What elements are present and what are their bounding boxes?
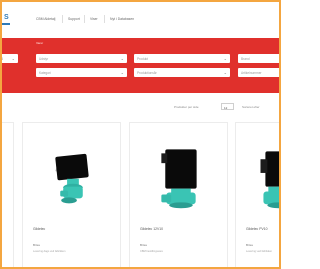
filter-select-brand[interactable]: Brand — [238, 54, 279, 63]
sort-label: Sorteret efter — [242, 105, 260, 109]
filter-select-produktionsar[interactable]: Produktionsår ⌄ — [134, 68, 230, 77]
product-brand: Brisa — [33, 243, 40, 247]
solenoid-valve-image — [260, 151, 279, 209]
product-card-gildelec-12v10[interactable]: Gildelec 12V10 Brisa CBM bestillingsvare — [129, 122, 228, 267]
chevron-down-icon: ⌄ — [120, 70, 124, 75]
nav-divider — [62, 15, 63, 23]
product-delivery-info: Levering dags ved fabrikken — [33, 250, 66, 253]
per-page-select[interactable]: 12 — [221, 103, 234, 110]
filter-select-produkt[interactable]: Produkt ⌄ — [134, 54, 230, 63]
product-delivery-info: CBM bestillingsvare — [140, 250, 163, 253]
nav-link-viser[interactable]: Viser — [90, 17, 98, 21]
product-brand: Brisa — [246, 243, 253, 247]
nav-link-nyt-i-databasen[interactable]: Nyt i Databasen — [110, 17, 134, 21]
nav-divider — [84, 15, 85, 23]
browser-frame: S CBM Aldetalj Support Viser Nyt i Datab… — [0, 0, 281, 269]
product-card-gildelec-pv10[interactable]: Gildelec PV10 Brisa Levering ved fabrikk… — [235, 122, 279, 267]
filter-select[interactable]: B ⌄ — [2, 54, 18, 63]
product-delivery-info: Levering ved fabrikken — [246, 250, 273, 253]
nav-link-support[interactable]: Support — [68, 17, 80, 21]
chevron-down-icon: ⌄ — [11, 56, 15, 61]
site-logo[interactable]: S — [4, 14, 9, 21]
product-card[interactable] — [2, 122, 14, 267]
nav-link-cbm-aldetalj[interactable]: CBM Aldetalj — [36, 17, 55, 21]
product-name[interactable]: Gildelec PV10 — [246, 227, 268, 231]
product-name[interactable]: Gildelec 12V10 — [140, 227, 163, 231]
filter-bar: Varer B ⌄ Udstyr ⌄ Kategori ⌄ Produkt ⌄ … — [2, 38, 279, 93]
per-page-label: Produkter per side — [174, 105, 199, 109]
product-brand: Brisa — [140, 243, 147, 247]
filter-select-artikelnummer[interactable]: Artikelnummer — [238, 68, 279, 77]
filter-select-udstyr[interactable]: Udstyr ⌄ — [36, 54, 127, 63]
chevron-down-icon: ⌄ — [223, 70, 227, 75]
top-navigation-bar: S CBM Aldetalj Support Viser Nyt i Datab… — [2, 2, 279, 38]
product-name[interactable]: Gildelec — [33, 227, 45, 231]
filter-group-label: Varer — [36, 41, 44, 45]
solenoid-valve-image — [161, 149, 197, 209]
solenoid-valve-image — [55, 153, 89, 204]
logo-underline — [2, 23, 10, 25]
filter-select-kategori[interactable]: Kategori ⌄ — [36, 68, 127, 77]
nav-divider — [104, 15, 105, 23]
product-card-gildelec[interactable]: Gildelec Brisa Levering dags ved fabrikk… — [22, 122, 121, 267]
chevron-down-icon: ⌄ — [120, 56, 124, 61]
chevron-down-icon: ⌄ — [223, 56, 227, 61]
